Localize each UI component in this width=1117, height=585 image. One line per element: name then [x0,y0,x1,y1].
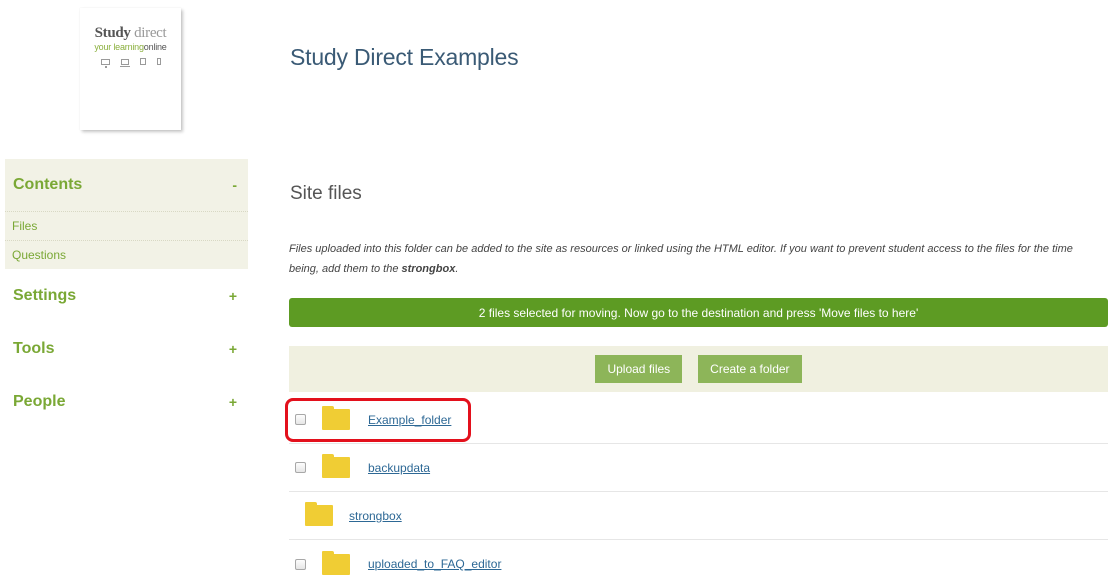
sidebar-item-files[interactable]: Files [5,211,248,240]
file-checkbox[interactable] [295,414,306,425]
file-list: Example_folder backupdata strongbox uplo… [289,396,1108,585]
file-link[interactable]: backupdata [368,461,430,475]
expand-toggle[interactable]: + [229,288,237,304]
file-link[interactable]: uploaded_to_FAQ_editor [368,557,501,571]
folder-icon[interactable] [322,406,350,430]
sidebar-contents-block: Contents - Files Questions [5,159,248,269]
folder-icon[interactable] [322,550,350,575]
file-checkbox[interactable] [295,462,306,473]
sidebar-tools-header[interactable]: Tools + [5,322,248,375]
expand-toggle[interactable]: + [229,341,237,357]
logo-tagline: your learningonline [80,42,181,52]
file-link[interactable]: Example_folder [368,413,451,427]
file-row: Example_folder [289,396,1108,444]
create-folder-button[interactable]: Create a folder [698,355,802,383]
logo-devices [80,58,181,68]
intro-text: Files uploaded into this folder can be a… [289,239,1099,279]
site-title[interactable]: Study Direct Examples [290,44,519,71]
sidebar-settings-header[interactable]: Settings + [5,269,248,322]
logo-tagline-learning: your learning [94,42,144,52]
sidebar-people-header[interactable]: People + [5,375,248,428]
sidebar-tools-title: Tools [13,339,55,357]
logo-tagline-online: online [143,42,167,52]
folder-icon[interactable] [322,454,350,478]
sidebar-item-questions[interactable]: Questions [5,240,248,269]
sidebar-contents-header[interactable]: Contents - [5,159,248,211]
intro-text-strongbox: strongbox [401,263,456,275]
upload-files-button[interactable]: Upload files [595,355,683,383]
move-files-alert: 2 files selected for moving. Now go to t… [289,298,1108,327]
sidebar-people-title: People [13,392,66,410]
file-toolbar: Upload files Create a folder [289,346,1108,392]
logo-title-direct: direct [134,25,167,41]
tablet-icon [139,58,146,65]
page-title: Site files [290,183,362,204]
file-checkbox[interactable] [295,558,306,570]
sidebar-settings-title: Settings [13,286,77,304]
folder-icon[interactable] [305,502,333,526]
phone-icon [156,58,161,65]
expand-toggle[interactable]: + [229,394,237,410]
logo-title: Study direct [80,25,181,42]
monitor-icon [100,59,110,68]
logo-title-study: Study [94,25,131,41]
sidebar-contents-title: Contents [13,176,83,193]
collapse-toggle[interactable]: - [232,177,237,193]
file-row: strongbox [289,492,1108,540]
file-link[interactable]: strongbox [349,509,402,523]
sidebar: Contents - Files Questions Settings + To… [5,159,248,428]
site-logo[interactable]: Study direct your learningonline [80,8,181,130]
file-row: backupdata [289,444,1108,492]
intro-text-end: . [455,263,459,275]
laptop-icon [119,59,130,67]
file-row: uploaded_to_FAQ_editor [289,540,1108,585]
